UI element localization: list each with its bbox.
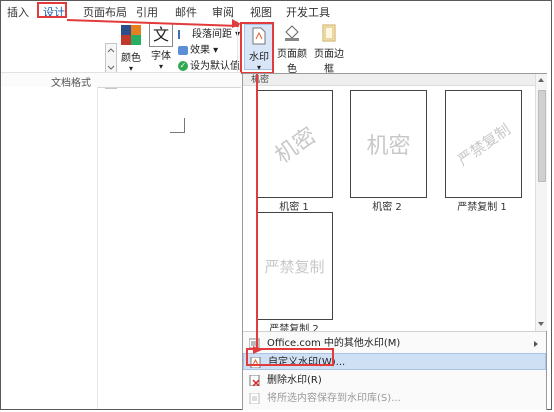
ribbon-design: 颜色 ▾ 文 字体 ▾ 段落间距 ▾ 效果 ▾ ✓设为默认值 水印 ▾ 页面颜色…	[1, 20, 551, 89]
scroll-up-icon[interactable]	[538, 78, 544, 82]
paragraph-spacing-button[interactable]: 段落间距 ▾	[178, 25, 240, 40]
thumbnail-label: 严禁复制 1	[457, 202, 507, 213]
page-corner-mark	[170, 118, 185, 133]
ribbon-tab-bar: 插入 设计 页面布局 引用 邮件 审阅 视图 开发工具	[1, 1, 551, 21]
page-color-label: 页面颜色	[277, 49, 307, 75]
chevron-down-icon: ▾	[158, 62, 163, 71]
watermark-menu: Office.com 中的其他水印(M) 自定义水印(W)... 删除水印(R)…	[243, 331, 546, 410]
page-borders-label: 页面边框	[314, 49, 344, 75]
group-label-bar: 文档格式	[1, 72, 241, 89]
set-default-button[interactable]: ✓ 设为默认值	[178, 57, 240, 72]
remove-watermark-icon	[249, 375, 260, 386]
scroll-down-icon[interactable]	[538, 322, 544, 326]
set-default-label: 设为默认值	[190, 61, 240, 72]
tab-developer[interactable]: 开发工具	[286, 4, 330, 20]
menu-item-save-to-gallery[interactable]: 将所选内容保存到水印库(S)...	[243, 390, 546, 407]
gallery-section-header: 机密	[243, 74, 535, 86]
custom-watermark-highlight	[246, 348, 334, 366]
menu-item-remove-watermark[interactable]: 删除水印(R)	[243, 372, 546, 389]
tab-review[interactable]: 审阅	[212, 4, 234, 20]
fonts-icon: 文	[149, 23, 173, 47]
tab-references[interactable]: 引用	[136, 4, 158, 20]
document-margin	[1, 87, 98, 409]
tab-design-highlight	[37, 2, 67, 18]
submenu-arrow-icon	[534, 341, 538, 347]
annotation-connector	[256, 74, 258, 350]
watermark-thumbnail[interactable]: 机密	[350, 90, 427, 198]
tab-mailings[interactable]: 邮件	[175, 4, 197, 20]
fonts-button[interactable]: 文 字体 ▾	[148, 23, 174, 71]
colors-button[interactable]: 颜色 ▾	[119, 24, 143, 73]
effects-label: 效果	[190, 45, 210, 56]
effects-button[interactable]: 效果 ▾	[178, 41, 218, 56]
save-to-gallery-icon	[249, 393, 260, 404]
menu-item-label: 删除水印(R)	[267, 375, 322, 386]
watermark-preview-text: 严禁复制	[454, 119, 514, 169]
thumbnail-label: 机密 2	[372, 202, 402, 213]
watermark-preview-text: 机密	[366, 134, 411, 159]
page-color-icon	[285, 25, 299, 41]
fonts-label: 字体	[151, 51, 171, 62]
page-borders-icon	[322, 24, 336, 42]
paragraph-spacing-icon	[178, 29, 190, 39]
watermark-preview-text: 机密	[270, 123, 322, 169]
tab-view[interactable]: 视图	[250, 4, 272, 20]
watermark-thumbnail[interactable]: 严禁复制	[445, 90, 522, 198]
tab-page-layout[interactable]: 页面布局	[83, 4, 127, 20]
thumbnail-label: 机密 1	[279, 202, 309, 213]
watermark-preview-text: 严禁复制	[264, 257, 325, 276]
tab-insert[interactable]: 插入	[7, 4, 29, 20]
menu-item-label: 将所选内容保存到水印库(S)...	[267, 393, 401, 404]
watermark-highlight	[240, 22, 274, 74]
page-borders-button[interactable]: 页面边框	[311, 24, 347, 75]
check-icon: ✓	[178, 61, 188, 71]
colors-icon	[121, 25, 141, 45]
watermark-thumbnail[interactable]: 严禁复制	[256, 212, 333, 320]
scroll-thumb[interactable]	[538, 90, 546, 182]
gallery-scrollbar[interactable]	[535, 74, 547, 331]
effects-icon	[178, 45, 188, 55]
paragraph-spacing-label: 段落间距	[192, 29, 232, 40]
annotation-arrowhead	[232, 19, 241, 28]
watermark-thumbnail[interactable]: 机密	[256, 90, 333, 198]
colors-label: 颜色	[121, 53, 141, 64]
